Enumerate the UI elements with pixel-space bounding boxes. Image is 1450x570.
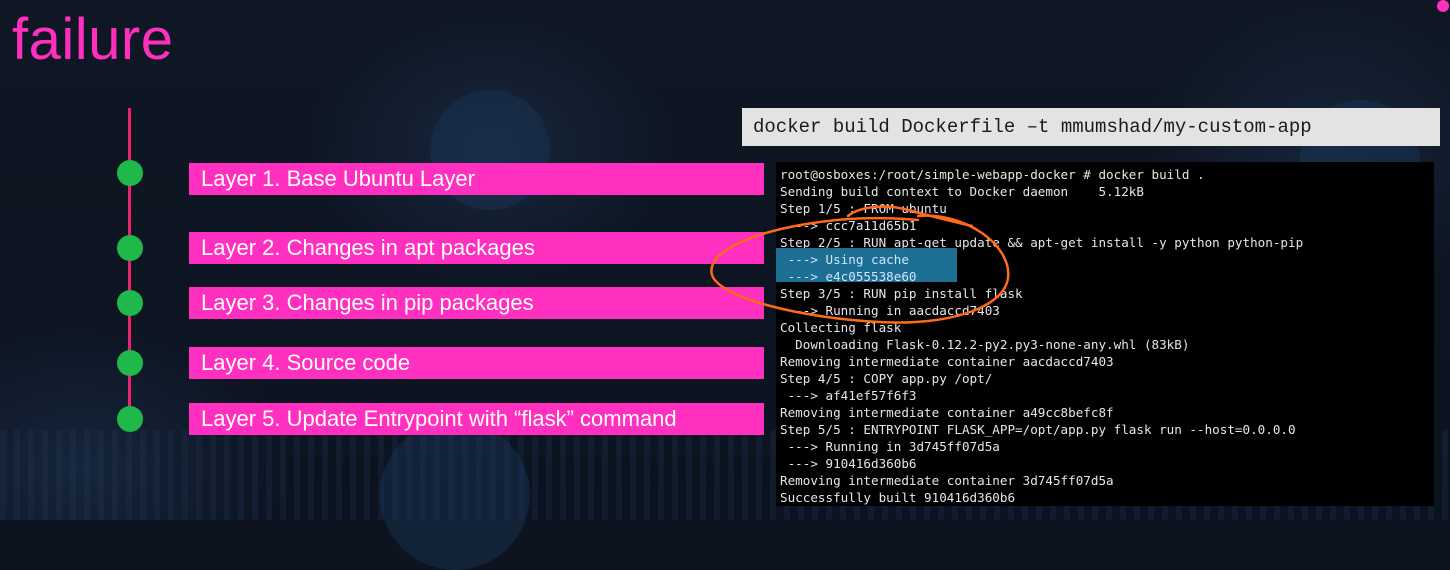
terminal-line: Removing intermediate container a49cc8be… <box>780 405 1114 420</box>
terminal-line: ---> e4c055538e60 <box>780 269 917 284</box>
layer-label: Layer 1. Base Ubuntu Layer <box>201 166 475 191</box>
layer-bar: Layer 1. Base Ubuntu Layer <box>189 163 764 195</box>
corner-dot <box>1437 0 1449 12</box>
layer-label: Layer 3. Changes in pip packages <box>201 290 534 315</box>
slide-title: failure <box>12 7 174 72</box>
terminal-line: ---> Running in aacdaccd7403 <box>780 303 1000 318</box>
terminal-line: Downloading Flask-0.12.2-py2.py3-none-an… <box>780 337 1190 352</box>
layer-bar: Layer 5. Update Entrypoint with “flask” … <box>189 403 764 435</box>
timeline-node <box>117 160 143 186</box>
timeline-node <box>117 235 143 261</box>
layer-label: Layer 2. Changes in apt packages <box>201 235 535 260</box>
timeline-line <box>128 108 131 430</box>
terminal-line: root@osboxes:/root/simple-webapp-docker … <box>780 167 1205 182</box>
timeline-node <box>117 406 143 432</box>
layer-bar: Layer 4. Source code <box>189 347 764 379</box>
terminal-output: root@osboxes:/root/simple-webapp-docker … <box>776 162 1434 506</box>
layer-label: Layer 5. Update Entrypoint with “flask” … <box>201 406 677 431</box>
terminal-line: Collecting flask <box>780 320 902 335</box>
terminal-line: Step 5/5 : ENTRYPOINT FLASK_APP=/opt/app… <box>780 422 1296 437</box>
layer-bar: Layer 2. Changes in apt packages <box>189 232 764 264</box>
timeline-node <box>117 290 143 316</box>
terminal-line: Step 3/5 : RUN pip install flask <box>780 286 1023 301</box>
terminal-line: ---> 910416d360b6 <box>780 456 917 471</box>
layer-label: Layer 4. Source code <box>201 350 411 375</box>
terminal-line: Removing intermediate container 3d745ff0… <box>780 473 1114 488</box>
command-box: docker build Dockerfile –t mmumshad/my-c… <box>742 108 1440 146</box>
terminal-line: ---> Running in 3d745ff07d5a <box>780 439 1000 454</box>
terminal-line: ---> Using cache <box>780 252 909 267</box>
terminal-line: Sending build context to Docker daemon 5… <box>780 184 1144 199</box>
command-text: docker build Dockerfile –t mmumshad/my-c… <box>753 116 1312 138</box>
terminal-line: Step 4/5 : COPY app.py /opt/ <box>780 371 993 386</box>
terminal-line: Step 1/5 : FROM ubuntu <box>780 201 947 216</box>
timeline-node <box>117 350 143 376</box>
terminal-line: ---> af41ef57f6f3 <box>780 388 917 403</box>
terminal-line: Successfully built 910416d360b6 <box>780 490 1016 505</box>
terminal-line: ---> ccc7a11d65b1 <box>780 218 917 233</box>
layer-bar: Layer 3. Changes in pip packages <box>189 287 764 319</box>
terminal-line: Removing intermediate container aacdaccd… <box>780 354 1114 369</box>
